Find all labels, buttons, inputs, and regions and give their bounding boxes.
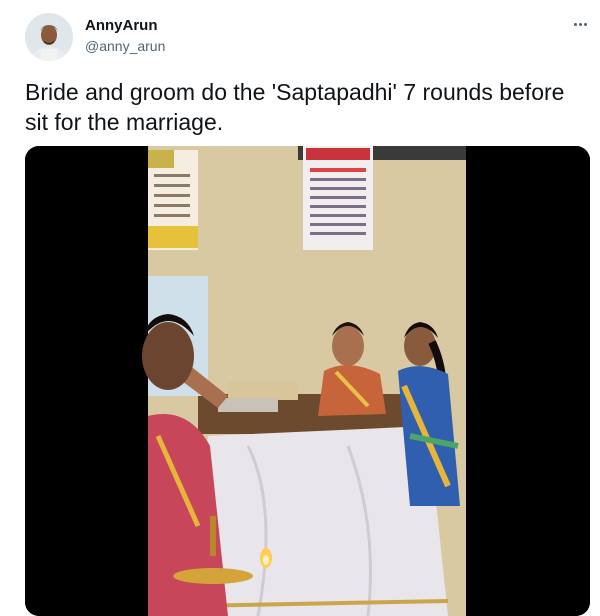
user-avatar-icon: [25, 13, 73, 61]
author-display-name[interactable]: AnnyArun: [85, 17, 158, 35]
more-options-button[interactable]: [566, 12, 594, 36]
more-horizontal-icon: [573, 22, 577, 26]
tweet-video[interactable]: [25, 146, 590, 616]
tweet-card: AnnyArun @anny_arun Bride and groom do t…: [0, 0, 600, 616]
avatar[interactable]: [25, 13, 73, 61]
video-frame: [25, 146, 590, 616]
more-dot: [583, 22, 587, 26]
tweet-text: Bride and groom do the 'Saptapadhi' 7 ro…: [25, 79, 565, 135]
author-handle[interactable]: @anny_arun: [85, 38, 165, 55]
more-dot: [578, 22, 582, 26]
